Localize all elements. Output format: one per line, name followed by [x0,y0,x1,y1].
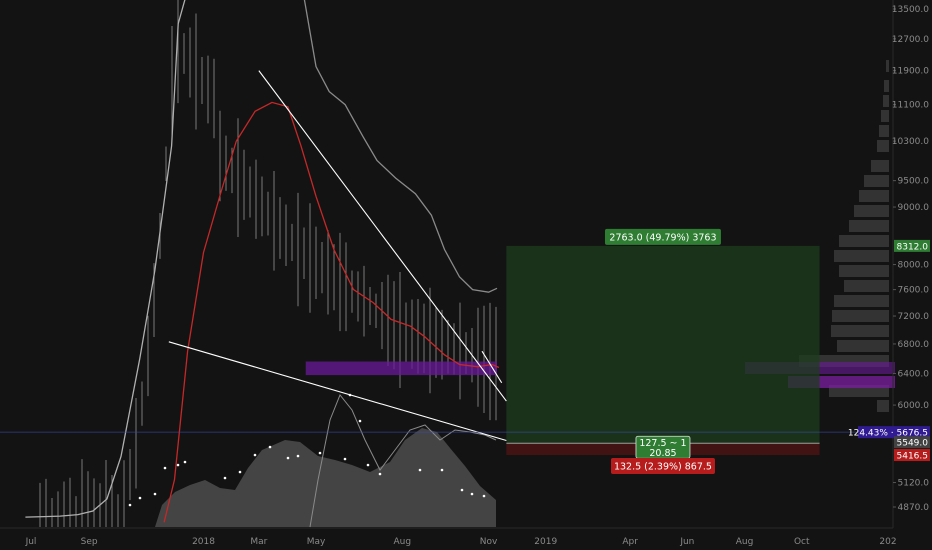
indicator-dot [460,488,464,492]
target-label-text: 2763.0 (49.79%) 3763 [609,232,716,243]
volume-profile-bin [839,235,889,247]
indicator-dot [286,456,290,460]
y-tick-label: 4870.0 [898,503,930,513]
entry-label-text-2: 20.85 [649,448,676,459]
x-tick-label: 2018 [192,537,215,547]
x-tick-label: Mar [250,537,267,547]
x-tick-label: Apr [622,537,638,547]
volume-profile-bin [871,160,889,172]
indicator-dot [470,492,474,496]
x-tick-label: Aug [736,537,754,547]
indicator-dot [268,445,272,449]
price-badge-text: 5549.0 [897,439,929,449]
y-tick-label: 5120.0 [898,479,930,489]
x-tick-label: 2019 [534,537,557,547]
volume-profile-bin [837,340,889,352]
y-tick-label: 7600.0 [898,286,930,296]
volume-profile-bin [884,80,889,92]
volume-profile-bin [844,280,889,292]
indicator-dot [238,470,242,474]
y-tick-label: 9000.0 [898,203,930,213]
indicator-dot [163,466,167,470]
indicator-dot [223,476,227,480]
volume-profile-bin [839,265,889,277]
y-tick-label: 13500.0 [892,5,929,15]
y-tick-label: 11900.0 [892,67,929,77]
volume-profile-bin [831,325,889,337]
volume-profile-bin [834,250,889,262]
volume-profile-bin [877,140,889,152]
price-badge: 8312.0 [894,239,930,252]
y-tick-label: 6000.0 [898,401,930,411]
volume-profile-bin [859,190,889,202]
target-label: 2763.0 (49.79%) 3763 [604,228,721,245]
y-tick-label: 11100.0 [892,101,929,111]
y-tick-label: 6800.0 [898,340,930,350]
x-tick-label: Aug [394,537,412,547]
stop-label-text: 132.5 (2.39%) 867.5 [614,462,712,473]
y-tick-label: 9500.0 [898,177,930,187]
indicator-dot [418,468,422,472]
y-tick-label: 7200.0 [898,312,930,322]
volume-profile-bin [864,175,889,187]
profit-zone[interactable] [506,245,820,444]
x-tick-label: Nov [480,537,498,547]
price-badge: 5416.5 [894,449,930,462]
long-position-tool[interactable]: 2763.0 (49.79%) 3763 127.5 ~ 120.85 132.5 … [506,228,820,475]
price-chart[interactable]: 2763.0 (49.79%) 3763 127.5 ~ 120.85 132.5 … [0,0,932,550]
x-tick-label: Sep [81,537,98,547]
indicator-dot [358,419,362,423]
indicator-dot [253,453,257,457]
x-tick-label: Oct [794,537,810,547]
volume-profile-bin [849,220,889,232]
volume-profile-highlight [305,361,498,376]
indicator-dot [176,463,180,467]
y-tick-label: 8000.0 [898,261,930,271]
volume-profile-bin [879,125,889,137]
volume-profile-bin [883,95,889,107]
volume-profile-bin [832,310,889,322]
volume-profile-bin [834,295,889,307]
indicator-dot [366,463,370,467]
x-tick-label: Jun [679,537,694,547]
price-badge-text: 5416.5 [897,452,929,462]
volume-profile-bin [881,110,889,122]
indicator-dot [440,468,444,472]
indicator-dot [128,503,132,507]
volume-profile-bin [854,205,889,217]
y-tick-label: 6400.0 [898,370,930,380]
indicator-dot [482,494,486,498]
price-badge-text: 8312.0 [897,242,929,252]
indicator-dot [296,454,300,458]
price-badge: 5549.0 [894,436,930,449]
indicator-dot [138,496,142,500]
indicator-dot [378,472,382,476]
y-tick-label: 12700.0 [892,35,929,45]
x-tick-label: Jul [25,537,37,547]
indicator-dot [153,492,157,496]
stop-label: 132.5 (2.39%) 867.5 [610,458,715,475]
indicator-dot [318,451,322,455]
entry-label: 127.5 ~ 120.85 [635,435,691,459]
x-tick-label: 202 [879,537,896,547]
volume-profile-bin [877,400,889,412]
indicator-dot [343,457,347,461]
y-tick-label: 10300.0 [892,137,929,147]
volume-profile-bin [886,60,889,72]
indicator-dot [183,460,187,464]
x-tick-label: May [307,537,326,547]
